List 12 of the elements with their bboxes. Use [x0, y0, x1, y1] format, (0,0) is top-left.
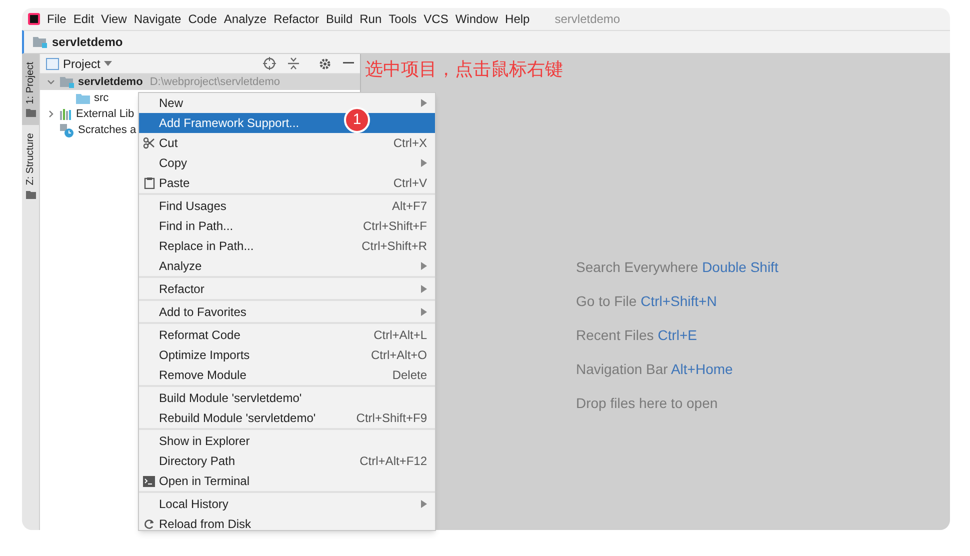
editor-hint: Recent Files Ctrl+E — [576, 326, 698, 345]
tree-label: Scratches a — [78, 122, 136, 138]
tree-label: External Lib — [76, 106, 134, 122]
editor-hint: Search Everywhere Double Shift — [576, 258, 780, 277]
annotation-text: 选中项目，点击鼠标右键 — [364, 58, 564, 81]
project-title: servletdemo — [554, 11, 620, 28]
editor-hint: Navigation Bar Alt+Home — [576, 360, 734, 379]
editor-hint: Drop files here to open — [576, 394, 719, 413]
tree-label: servletdemo — [78, 74, 143, 90]
editor-hint: Go to File Ctrl+Shift+N — [576, 292, 718, 311]
tree-label: src — [94, 90, 109, 106]
path-text: D:\webproject\servletdemo — [150, 74, 280, 90]
